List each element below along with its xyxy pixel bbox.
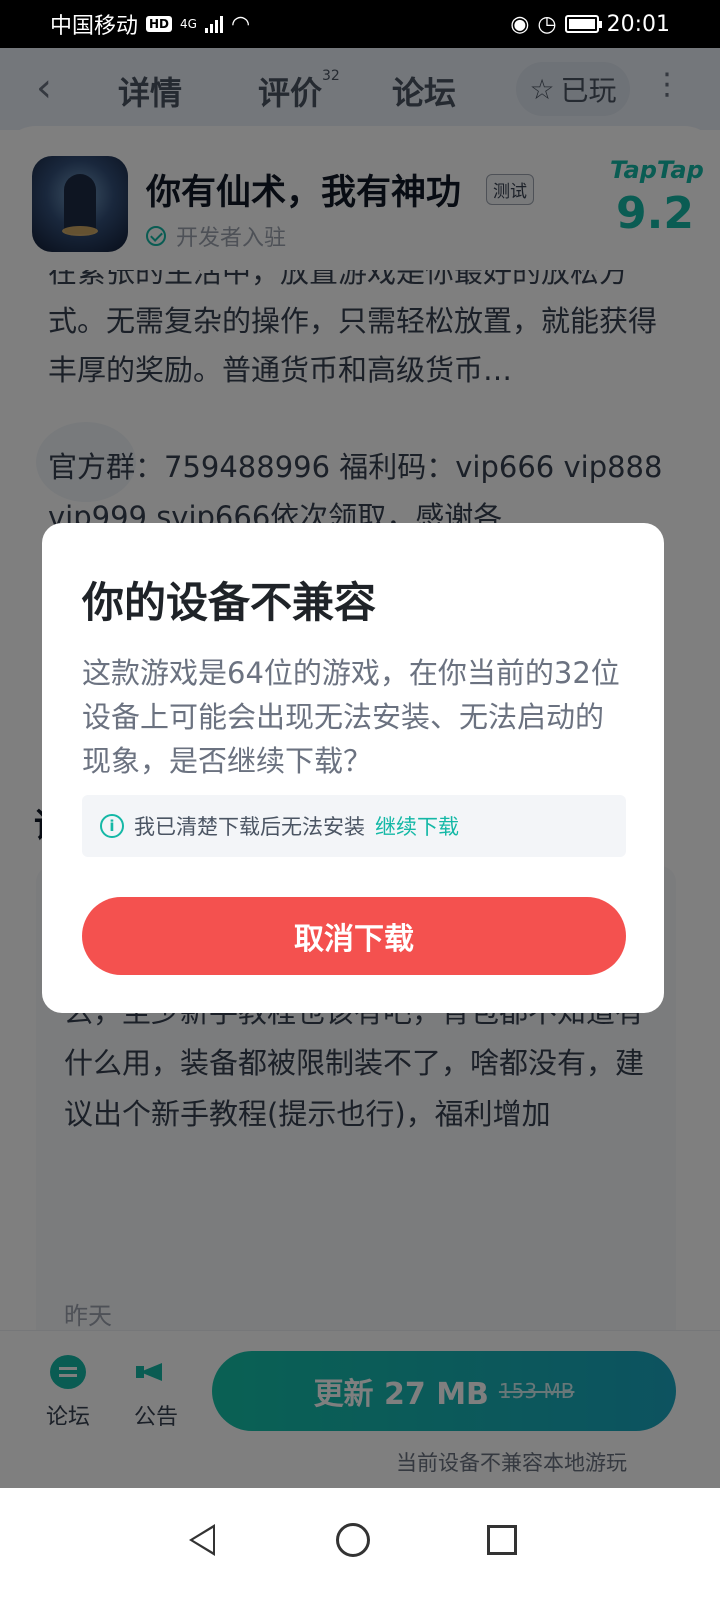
eye-icon: ◉ — [510, 11, 530, 37]
status-right: ◉ ◷ 20:01 — [510, 12, 670, 37]
dialog-note: i 我已清楚下载后无法安装 继续下载 — [82, 795, 626, 857]
network-label: 4G — [180, 17, 197, 31]
info-icon: i — [100, 814, 124, 838]
recents-square-icon — [487, 1525, 517, 1555]
system-nav-bar — [0, 1488, 720, 1600]
battery-icon — [564, 15, 602, 33]
cancel-download-button[interactable]: 取消下载 — [82, 897, 626, 975]
dialog-title: 你的设备不兼容 — [82, 578, 377, 627]
back-nav-button[interactable] — [172, 1510, 232, 1570]
wifi-icon: ◠ — [230, 11, 251, 37]
continue-download-link[interactable]: 继续下载 — [375, 811, 459, 841]
status-left: 中国移动 HD 4G ◠ — [50, 8, 250, 40]
clock-time: 20:01 — [606, 11, 670, 37]
incompatible-dialog: 你的设备不兼容 这款游戏是64位的游戏，在你当前的32位设备上可能会出现无法安装… — [42, 523, 664, 1013]
recents-nav-button[interactable] — [472, 1510, 532, 1570]
carrier-label: 中国移动 — [50, 14, 139, 39]
home-nav-button[interactable] — [323, 1510, 383, 1570]
status-bar: 中国移动 HD 4G ◠ ◉ ◷ 20:01 — [0, 0, 720, 48]
back-triangle-icon — [189, 1524, 215, 1556]
alarm-icon: ◷ — [537, 11, 557, 37]
home-circle-icon — [336, 1523, 370, 1557]
dialog-note-text: 我已清楚下载后无法安装 — [134, 815, 365, 839]
dialog-body: 这款游戏是64位的游戏，在你当前的32位设备上可能会出现无法安装、无法启动的现象… — [82, 656, 620, 778]
signal-icon — [204, 15, 223, 33]
hd-badge: HD — [146, 16, 173, 32]
